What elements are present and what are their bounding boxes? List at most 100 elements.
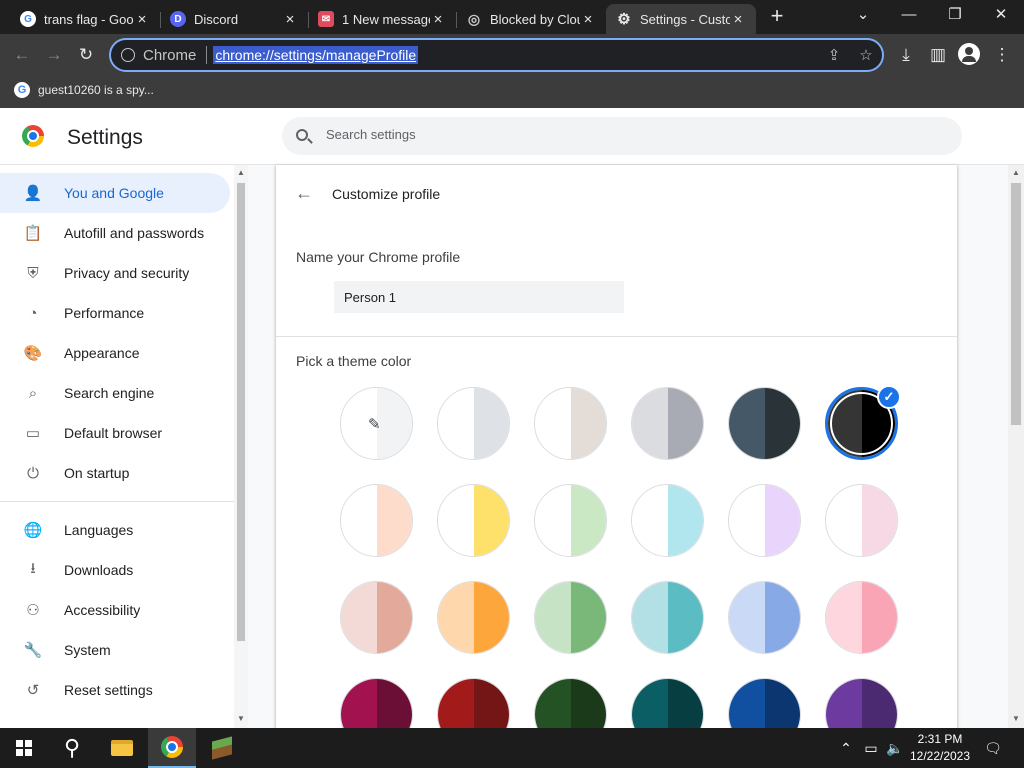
tab-discord[interactable]: D Discord ×: [160, 4, 308, 34]
sidebar-item-system[interactable]: 🔧 System: [0, 630, 230, 670]
close-tab-icon[interactable]: ×: [282, 11, 298, 28]
show-hidden-icons-chevron-icon[interactable]: ⌃: [836, 728, 856, 768]
close-tab-icon[interactable]: ×: [580, 11, 596, 28]
back-arrow-icon[interactable]: ←: [10, 43, 34, 67]
bookmark-item[interactable]: G guest10260 is a spy...: [14, 82, 154, 98]
tab-new-message[interactable]: ✉ 1 New message ×: [308, 4, 456, 34]
close-window-button[interactable]: ✕: [986, 4, 1016, 26]
settings-header: Settings: [0, 108, 1024, 165]
start-button[interactable]: [0, 728, 48, 768]
tab-blocked-by-cloudflare[interactable]: ◎ Blocked by Clou ×: [456, 4, 606, 34]
swatch-left-half: [632, 679, 668, 728]
theme-color-swatch[interactable]: [534, 387, 607, 460]
chrome-taskbar-icon[interactable]: [148, 728, 196, 768]
theme-color-swatch[interactable]: [437, 387, 510, 460]
sidebar-scrollbar[interactable]: ▲ ▼: [234, 165, 248, 728]
sidebar-item-appearance[interactable]: 🎨 Appearance: [0, 333, 230, 373]
sidebar-item-search-engine[interactable]: ⌕ Search engine: [0, 373, 230, 413]
sidebar-item-performance[interactable]: ◔ Performance: [0, 293, 230, 333]
reload-icon[interactable]: ↻: [74, 43, 98, 67]
sidebar-item-languages[interactable]: 🌐 Languages: [0, 510, 230, 550]
theme-color-swatch[interactable]: [825, 678, 898, 728]
swatch-left-half: [729, 679, 765, 728]
bookmark-star-icon[interactable]: ☆: [856, 46, 876, 66]
swatch-right-half: [764, 388, 800, 459]
swatch-right-half: [764, 582, 800, 653]
tab-search-chevron-icon[interactable]: ⌄: [848, 4, 878, 26]
theme-color-swatch[interactable]: [340, 484, 413, 557]
download-icon[interactable]: ⤓: [894, 43, 918, 67]
theme-color-swatch[interactable]: [825, 484, 898, 557]
sidebar-item-autofill-and-passwords[interactable]: 📋 Autofill and passwords: [0, 213, 230, 253]
tab-title: Discord: [194, 11, 239, 27]
card-title: Customize profile: [332, 186, 441, 202]
restore-button[interactable]: ❐: [940, 4, 970, 26]
search-input[interactable]: [326, 127, 926, 142]
scrollbar-thumb[interactable]: [237, 183, 245, 641]
clipboard-icon: 📋: [23, 225, 43, 242]
swatch-right-half: [667, 679, 703, 728]
scroll-down-arrow-icon[interactable]: ▼: [1012, 715, 1020, 723]
theme-color-swatch[interactable]: [437, 678, 510, 728]
sidebar-item-on-startup[interactable]: ⏻ On startup: [0, 453, 230, 493]
settings-search-box[interactable]: [282, 117, 962, 155]
scroll-up-arrow-icon[interactable]: ▲: [237, 169, 245, 177]
volume-muted-icon[interactable]: 🔈: [884, 728, 906, 768]
back-arrow-icon[interactable]: ←: [294, 183, 314, 203]
scroll-up-arrow-icon[interactable]: ▲: [1012, 169, 1020, 177]
profile-avatar-icon[interactable]: [958, 43, 980, 65]
search-icon: [296, 129, 308, 141]
theme-color-swatch[interactable]: [728, 387, 801, 460]
network-icon[interactable]: ▭: [860, 728, 882, 768]
theme-color-swatch[interactable]: [340, 678, 413, 728]
minecraft-icon[interactable]: [198, 728, 246, 768]
sidebar-item-privacy-and-security[interactable]: ⛨ Privacy and security: [0, 253, 230, 293]
custom-color-picker-swatch[interactable]: ✎: [340, 387, 413, 460]
url-text[interactable]: chrome://settings/manageProfile: [213, 46, 419, 64]
theme-color-swatch[interactable]: [728, 581, 801, 654]
search-icon[interactable]: ⚲: [48, 728, 96, 768]
sidebar-item-downloads[interactable]: ⭳ Downloads: [0, 550, 230, 590]
site-info-icon[interactable]: [121, 48, 135, 62]
tab-settings[interactable]: ⚙ Settings - Custo ×: [606, 4, 756, 34]
browser-toolbar: ← → ↻ Chrome chrome://settings/managePro…: [0, 34, 1024, 76]
theme-color-swatch[interactable]: [534, 581, 607, 654]
address-bar[interactable]: Chrome chrome://settings/manageProfile ⇪…: [109, 38, 884, 72]
close-tab-icon[interactable]: ×: [134, 11, 150, 28]
theme-color-swatch[interactable]: [437, 581, 510, 654]
theme-color-swatch[interactable]: [631, 387, 704, 460]
theme-color-swatch[interactable]: [728, 484, 801, 557]
theme-color-swatch[interactable]: [534, 678, 607, 728]
side-panel-icon[interactable]: ▥: [926, 43, 950, 67]
new-tab-button[interactable]: +: [766, 5, 788, 28]
minimize-button[interactable]: —: [894, 4, 924, 26]
sidebar-item-reset-settings[interactable]: ↺ Reset settings: [0, 670, 230, 710]
theme-color-swatch[interactable]: [631, 581, 704, 654]
close-tab-icon[interactable]: ×: [430, 11, 446, 28]
forward-arrow-icon[interactable]: →: [42, 43, 66, 67]
scroll-down-arrow-icon[interactable]: ▼: [237, 715, 245, 723]
profile-name-field[interactable]: [334, 281, 624, 313]
notifications-icon[interactable]: 🗨: [980, 728, 1006, 768]
theme-color-swatch[interactable]: [437, 484, 510, 557]
file-explorer-icon[interactable]: [98, 728, 146, 768]
page-scrollbar[interactable]: ▲ ▼: [1008, 165, 1024, 728]
theme-color-swatch[interactable]: [534, 484, 607, 557]
sidebar-item-you-and-google[interactable]: 👤 You and Google: [0, 173, 230, 213]
theme-color-swatch[interactable]: [631, 484, 704, 557]
eyedropper-icon: ✎: [368, 416, 381, 433]
theme-color-swatch[interactable]: [728, 678, 801, 728]
tab-trans-flag[interactable]: G trans flag - Goo ×: [10, 4, 160, 34]
close-tab-icon[interactable]: ×: [730, 11, 746, 28]
sidebar-item-accessibility[interactable]: ⚇ Accessibility: [0, 590, 230, 630]
taskbar-clock[interactable]: 2:31 PM 12/22/2023: [906, 731, 974, 765]
share-icon[interactable]: ⇪: [824, 46, 844, 66]
theme-color-swatch[interactable]: [825, 581, 898, 654]
kebab-menu-icon[interactable]: ⋮: [990, 43, 1014, 67]
tab-strip: G trans flag - Goo × D Discord × ✉ 1 New…: [0, 0, 1024, 34]
sidebar-item-default-browser[interactable]: ▭ Default browser: [0, 413, 230, 453]
bookmark-label: guest10260 is a spy...: [38, 83, 154, 97]
theme-color-swatch[interactable]: [631, 678, 704, 728]
theme-color-swatch[interactable]: [340, 581, 413, 654]
scrollbar-thumb[interactable]: [1011, 183, 1021, 425]
